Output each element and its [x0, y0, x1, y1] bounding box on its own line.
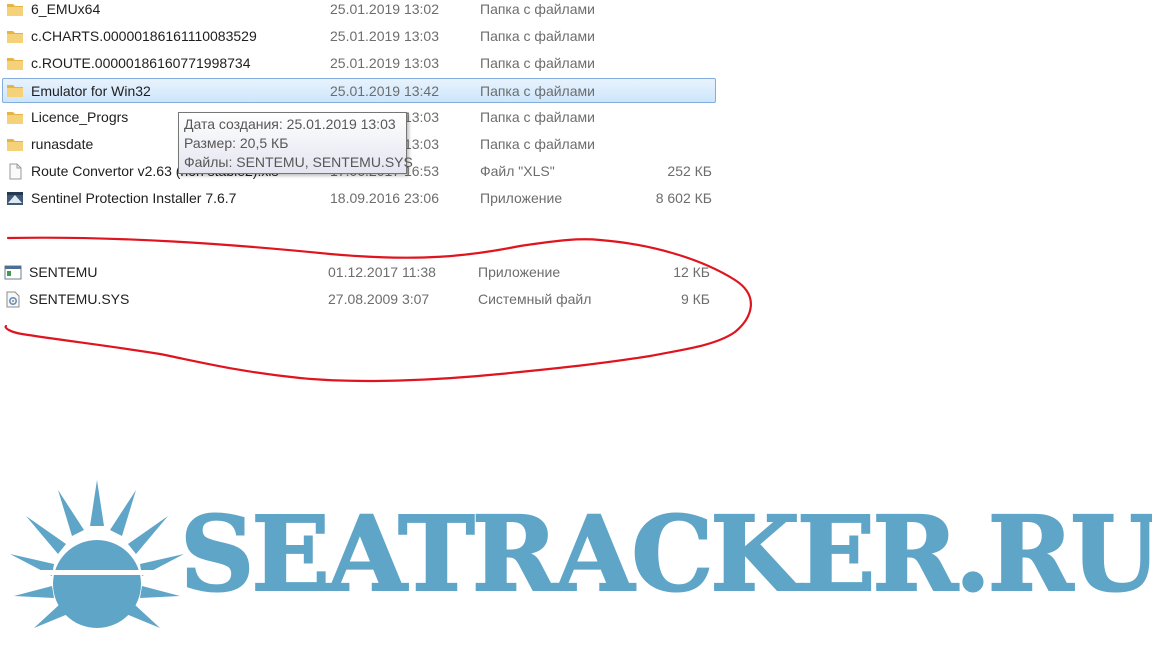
watermark-text: SEATRACKER.RU: [179, 494, 1152, 615]
sun-logo-icon: [10, 480, 184, 628]
seatracker-watermark: SEATRACKER.RU: [0, 470, 1152, 648]
